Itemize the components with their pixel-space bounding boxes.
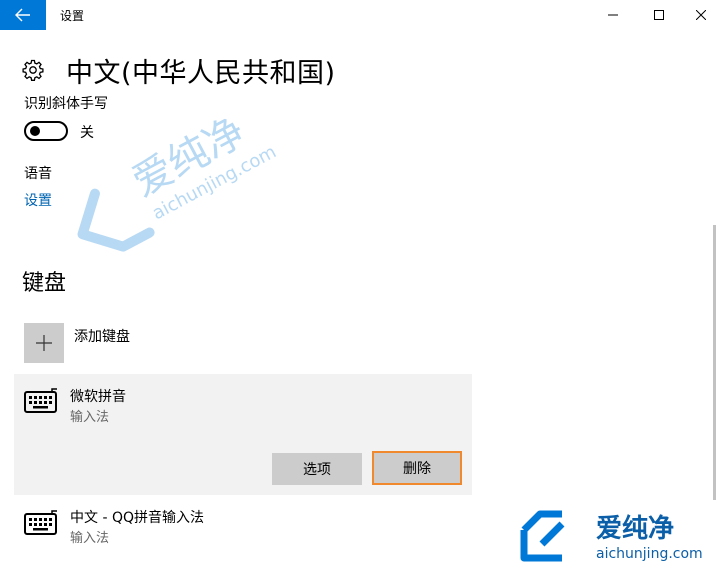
keyboard-icon xyxy=(24,388,57,413)
options-button[interactable]: 选项 xyxy=(272,453,362,485)
svg-text:爱纯净: 爱纯净 xyxy=(125,112,253,206)
svg-text:aichunjing.com: aichunjing.com xyxy=(149,141,280,224)
keyboard-item-name: 微软拼音 xyxy=(70,389,126,405)
page-header xyxy=(22,52,44,88)
delete-button[interactable]: 删除 xyxy=(372,451,462,485)
minimize-button[interactable] xyxy=(590,0,636,30)
voice-label: 语音 xyxy=(24,166,52,182)
italic-handwriting-toggle[interactable] xyxy=(24,121,68,141)
handwriting-label: 识别斜体手写 xyxy=(24,96,108,112)
maximize-button[interactable] xyxy=(636,0,682,30)
watermark-logo: 爱纯净 aichunjing.com xyxy=(520,510,703,562)
watermark-logo: 爱纯净 aichunjing.com xyxy=(77,112,280,252)
window-title: 设置 xyxy=(60,9,85,23)
plus-icon xyxy=(36,335,52,351)
add-keyboard-button[interactable] xyxy=(24,323,64,363)
toggle-knob xyxy=(30,126,40,136)
keyboard-item-sub: 输入法 xyxy=(70,531,110,546)
svg-text:aichunjing.com: aichunjing.com xyxy=(596,546,703,562)
keyboard-item-sub: 输入法 xyxy=(70,410,110,425)
back-button[interactable] xyxy=(0,0,46,30)
scrollbar[interactable] xyxy=(713,225,716,500)
gear-icon xyxy=(22,59,44,81)
add-keyboard-label[interactable]: 添加键盘 xyxy=(74,326,130,346)
title-bar: 设置 xyxy=(0,0,719,30)
minimize-icon xyxy=(608,14,618,16)
close-icon xyxy=(695,10,706,20)
close-button[interactable] xyxy=(682,0,719,30)
voice-settings-link[interactable]: 设置 xyxy=(24,190,52,210)
keyboard-heading: 键盘 xyxy=(22,271,67,296)
keyboard-item-name[interactable]: 中文 - QQ拼音输入法 xyxy=(70,507,204,527)
svg-text:爱纯净: 爱纯净 xyxy=(596,513,674,544)
maximize-icon xyxy=(654,10,664,20)
back-arrow-icon xyxy=(15,8,30,22)
page-title: 中文(中华人民共和国) xyxy=(66,58,336,89)
keyboard-icon xyxy=(24,510,57,535)
toggle-state-label: 关 xyxy=(80,125,94,141)
